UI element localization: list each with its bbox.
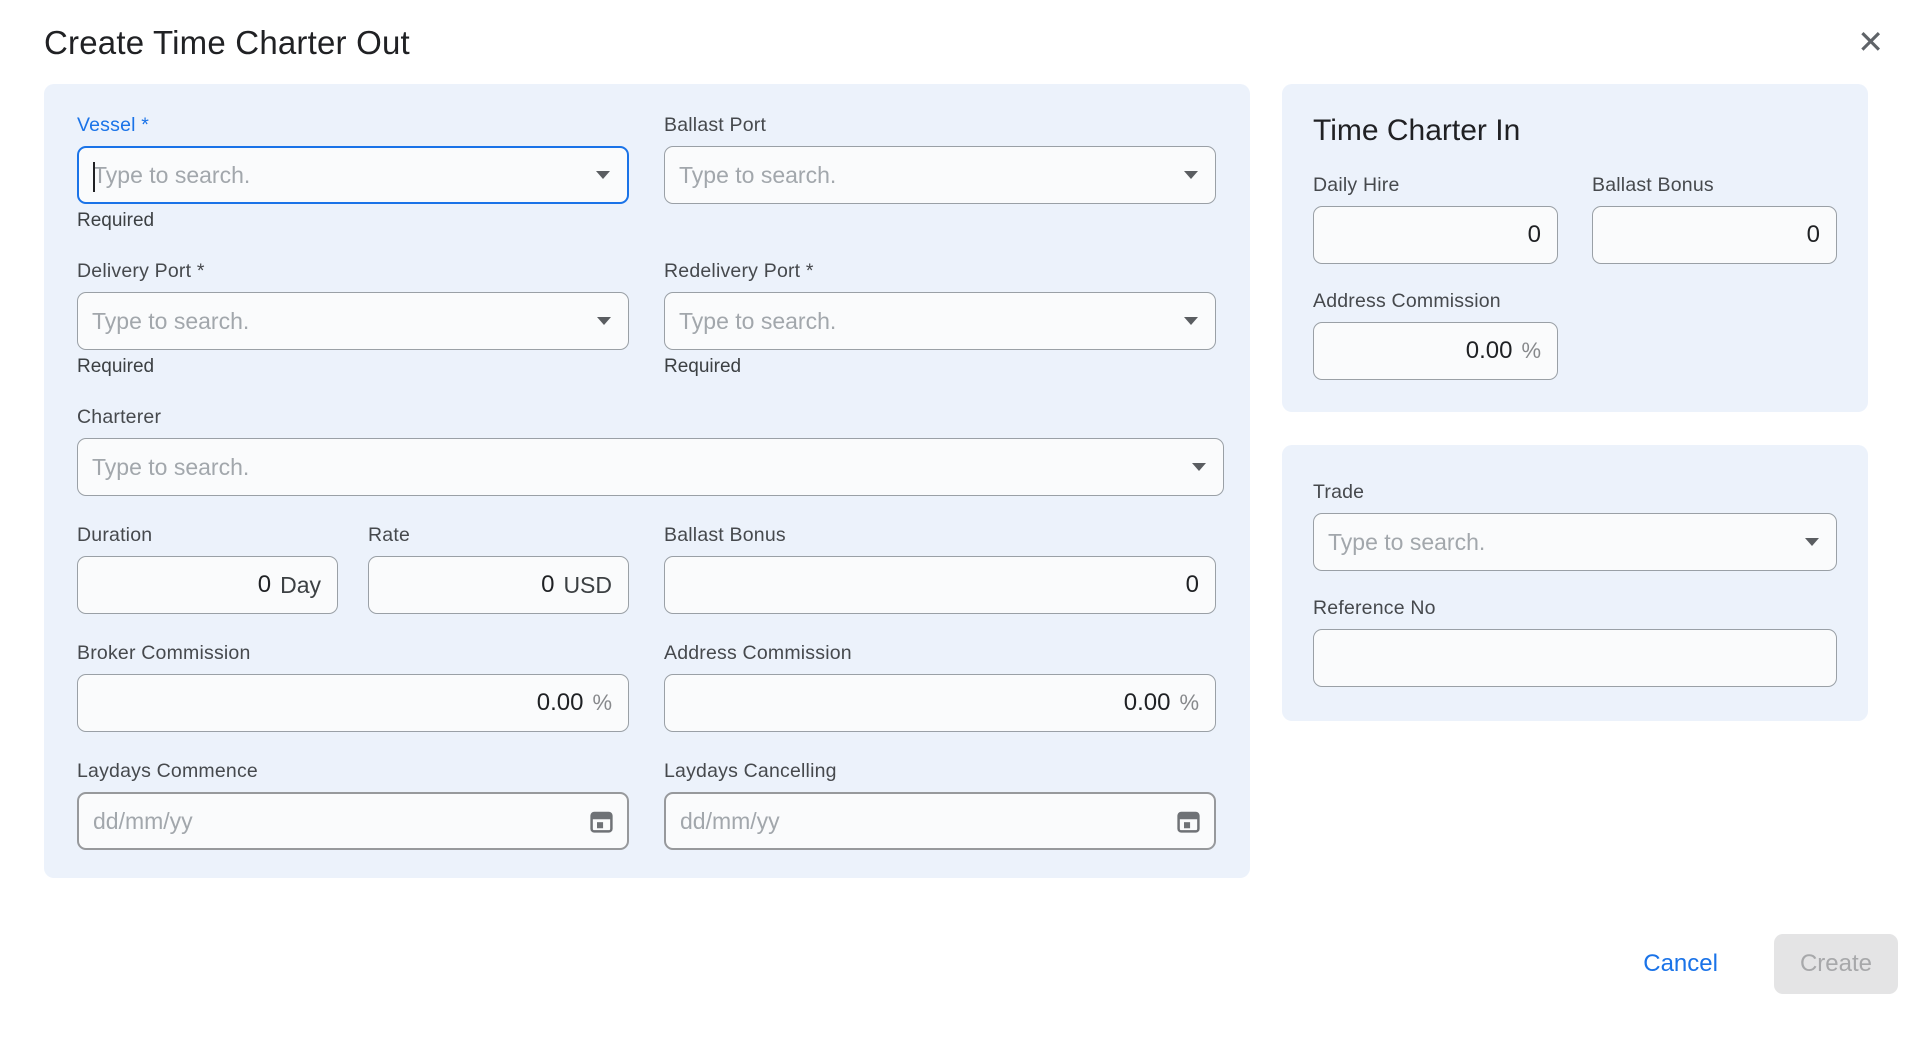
reference-no-label: Reference No <box>1313 597 1837 620</box>
laydays-commence-date-input[interactable] <box>79 794 588 848</box>
time-charter-in-title: Time Charter In <box>1313 114 1837 148</box>
chevron-down-icon[interactable] <box>1192 463 1206 471</box>
rate-value: 0 <box>541 571 554 599</box>
chevron-down-icon[interactable] <box>1184 317 1198 325</box>
tci-ballast-bonus-input[interactable]: 0 <box>1592 206 1837 264</box>
dialog-body: Vessel * Required Ballast Port <box>44 84 1912 878</box>
tci-address-commission-field: Address Commission 0.00 % <box>1313 290 1558 380</box>
charterer-field: Charterer <box>77 406 1224 496</box>
delivery-port-label: Delivery Port * <box>77 260 629 283</box>
address-commission-field: Address Commission 0.00 % <box>664 642 1216 732</box>
rate-input[interactable]: 0 USD <box>368 556 629 614</box>
reference-no-input[interactable] <box>1314 630 1836 686</box>
charterer-input[interactable] <box>78 439 1192 495</box>
laydays-commence-label: Laydays Commence <box>77 760 629 783</box>
ballast-bonus-value: 0 <box>1186 571 1199 599</box>
daily-hire-label: Daily Hire <box>1313 174 1558 197</box>
ballast-bonus-input[interactable]: 0 <box>664 556 1216 614</box>
dialog-footer: Cancel Create <box>0 934 1898 994</box>
time-charter-in-panel: Time Charter In Daily Hire 0 Ballast Bon… <box>1282 84 1868 412</box>
delivery-port-combobox[interactable] <box>77 292 629 350</box>
chevron-down-icon[interactable] <box>1184 171 1198 179</box>
laydays-commence-field: Laydays Commence <box>77 760 629 850</box>
duration-value: 0 <box>258 571 271 599</box>
broker-commission-field: Broker Commission 0.00 % <box>77 642 629 732</box>
tci-ballast-bonus-value: 0 <box>1807 221 1820 249</box>
close-button[interactable]: ✕ <box>1857 26 1884 58</box>
percent-sign: % <box>592 690 612 716</box>
dialog-header: Create Time Charter Out ✕ <box>0 0 1912 84</box>
rate-field: Rate 0 USD <box>368 524 629 614</box>
calendar-icon[interactable] <box>588 808 615 835</box>
reference-no-inputbox[interactable] <box>1313 629 1837 687</box>
ballast-bonus-label: Ballast Bonus <box>664 524 1216 547</box>
calendar-icon[interactable] <box>1175 808 1202 835</box>
trade-combobox[interactable] <box>1313 513 1837 571</box>
ballast-bonus-field: Ballast Bonus 0 <box>664 524 1216 614</box>
required-hint: Required <box>77 356 629 378</box>
redelivery-port-input[interactable] <box>665 293 1184 349</box>
required-hint: Required <box>77 210 629 232</box>
address-commission-label: Address Commission <box>664 642 1216 665</box>
percent-sign: % <box>1179 690 1199 716</box>
delivery-port-input[interactable] <box>78 293 597 349</box>
vessel-input[interactable] <box>79 148 596 202</box>
address-commission-input[interactable]: 0.00 % <box>664 674 1216 732</box>
ballast-port-label: Ballast Port <box>664 114 1216 137</box>
laydays-cancelling-input[interactable] <box>664 792 1216 850</box>
vessel-label: Vessel * <box>77 114 629 137</box>
right-column: Time Charter In Daily Hire 0 Ballast Bon… <box>1282 84 1868 721</box>
charterer-combobox[interactable] <box>77 438 1224 496</box>
trade-panel: Trade Reference No <box>1282 445 1868 721</box>
chevron-down-icon[interactable] <box>596 171 610 179</box>
laydays-cancelling-field: Laydays Cancelling <box>664 760 1216 850</box>
redelivery-port-label: Redelivery Port * <box>664 260 1216 283</box>
daily-hire-value: 0 <box>1528 221 1541 249</box>
chevron-down-icon[interactable] <box>1805 538 1819 546</box>
redelivery-port-field: Redelivery Port * Required <box>664 260 1216 378</box>
delivery-port-field: Delivery Port * Required <box>77 260 629 378</box>
broker-commission-value: 0.00 <box>537 689 584 717</box>
daily-hire-input[interactable]: 0 <box>1313 206 1558 264</box>
ballast-port-combobox[interactable] <box>664 146 1216 204</box>
tci-address-commission-input[interactable]: 0.00 % <box>1313 322 1558 380</box>
daily-hire-field: Daily Hire 0 <box>1313 174 1558 264</box>
vessel-combobox[interactable] <box>77 146 629 204</box>
redelivery-port-combobox[interactable] <box>664 292 1216 350</box>
duration-field: Duration 0 Day <box>77 524 338 614</box>
address-commission-value: 0.00 <box>1124 689 1171 717</box>
laydays-commence-input[interactable] <box>77 792 629 850</box>
chevron-down-icon[interactable] <box>597 317 611 325</box>
tci-ballast-bonus-label: Ballast Bonus <box>1592 174 1837 197</box>
broker-commission-input[interactable]: 0.00 % <box>77 674 629 732</box>
charter-out-form-panel: Vessel * Required Ballast Port <box>44 84 1250 878</box>
trade-input[interactable] <box>1314 514 1805 570</box>
cancel-button[interactable]: Cancel <box>1631 940 1730 988</box>
rate-currency: USD <box>563 572 612 599</box>
vessel-field: Vessel * Required <box>77 114 629 232</box>
text-caret <box>93 162 95 192</box>
required-hint: Required <box>664 356 1216 378</box>
laydays-cancelling-label: Laydays Cancelling <box>664 760 1216 783</box>
laydays-cancelling-date-input[interactable] <box>666 794 1175 848</box>
tci-ballast-bonus-field: Ballast Bonus 0 <box>1592 174 1837 264</box>
duration-label: Duration <box>77 524 338 547</box>
ballast-port-input[interactable] <box>665 147 1184 203</box>
duration-unit: Day <box>280 572 321 599</box>
close-icon: ✕ <box>1857 23 1884 61</box>
page-title: Create Time Charter Out <box>44 24 410 62</box>
trade-label: Trade <box>1313 481 1837 504</box>
rate-label: Rate <box>368 524 629 547</box>
trade-field: Trade <box>1313 481 1837 571</box>
broker-commission-label: Broker Commission <box>77 642 629 665</box>
duration-input[interactable]: 0 Day <box>77 556 338 614</box>
create-button[interactable]: Create <box>1774 934 1898 994</box>
ballast-port-field: Ballast Port <box>664 114 1216 204</box>
tci-address-commission-value: 0.00 <box>1466 337 1513 365</box>
reference-no-field: Reference No <box>1313 597 1837 687</box>
create-time-charter-out-dialog: Create Time Charter Out ✕ Vessel * Requi… <box>0 0 1912 1062</box>
tci-address-commission-label: Address Commission <box>1313 290 1558 313</box>
charterer-label: Charterer <box>77 406 1224 429</box>
percent-sign: % <box>1521 338 1541 364</box>
